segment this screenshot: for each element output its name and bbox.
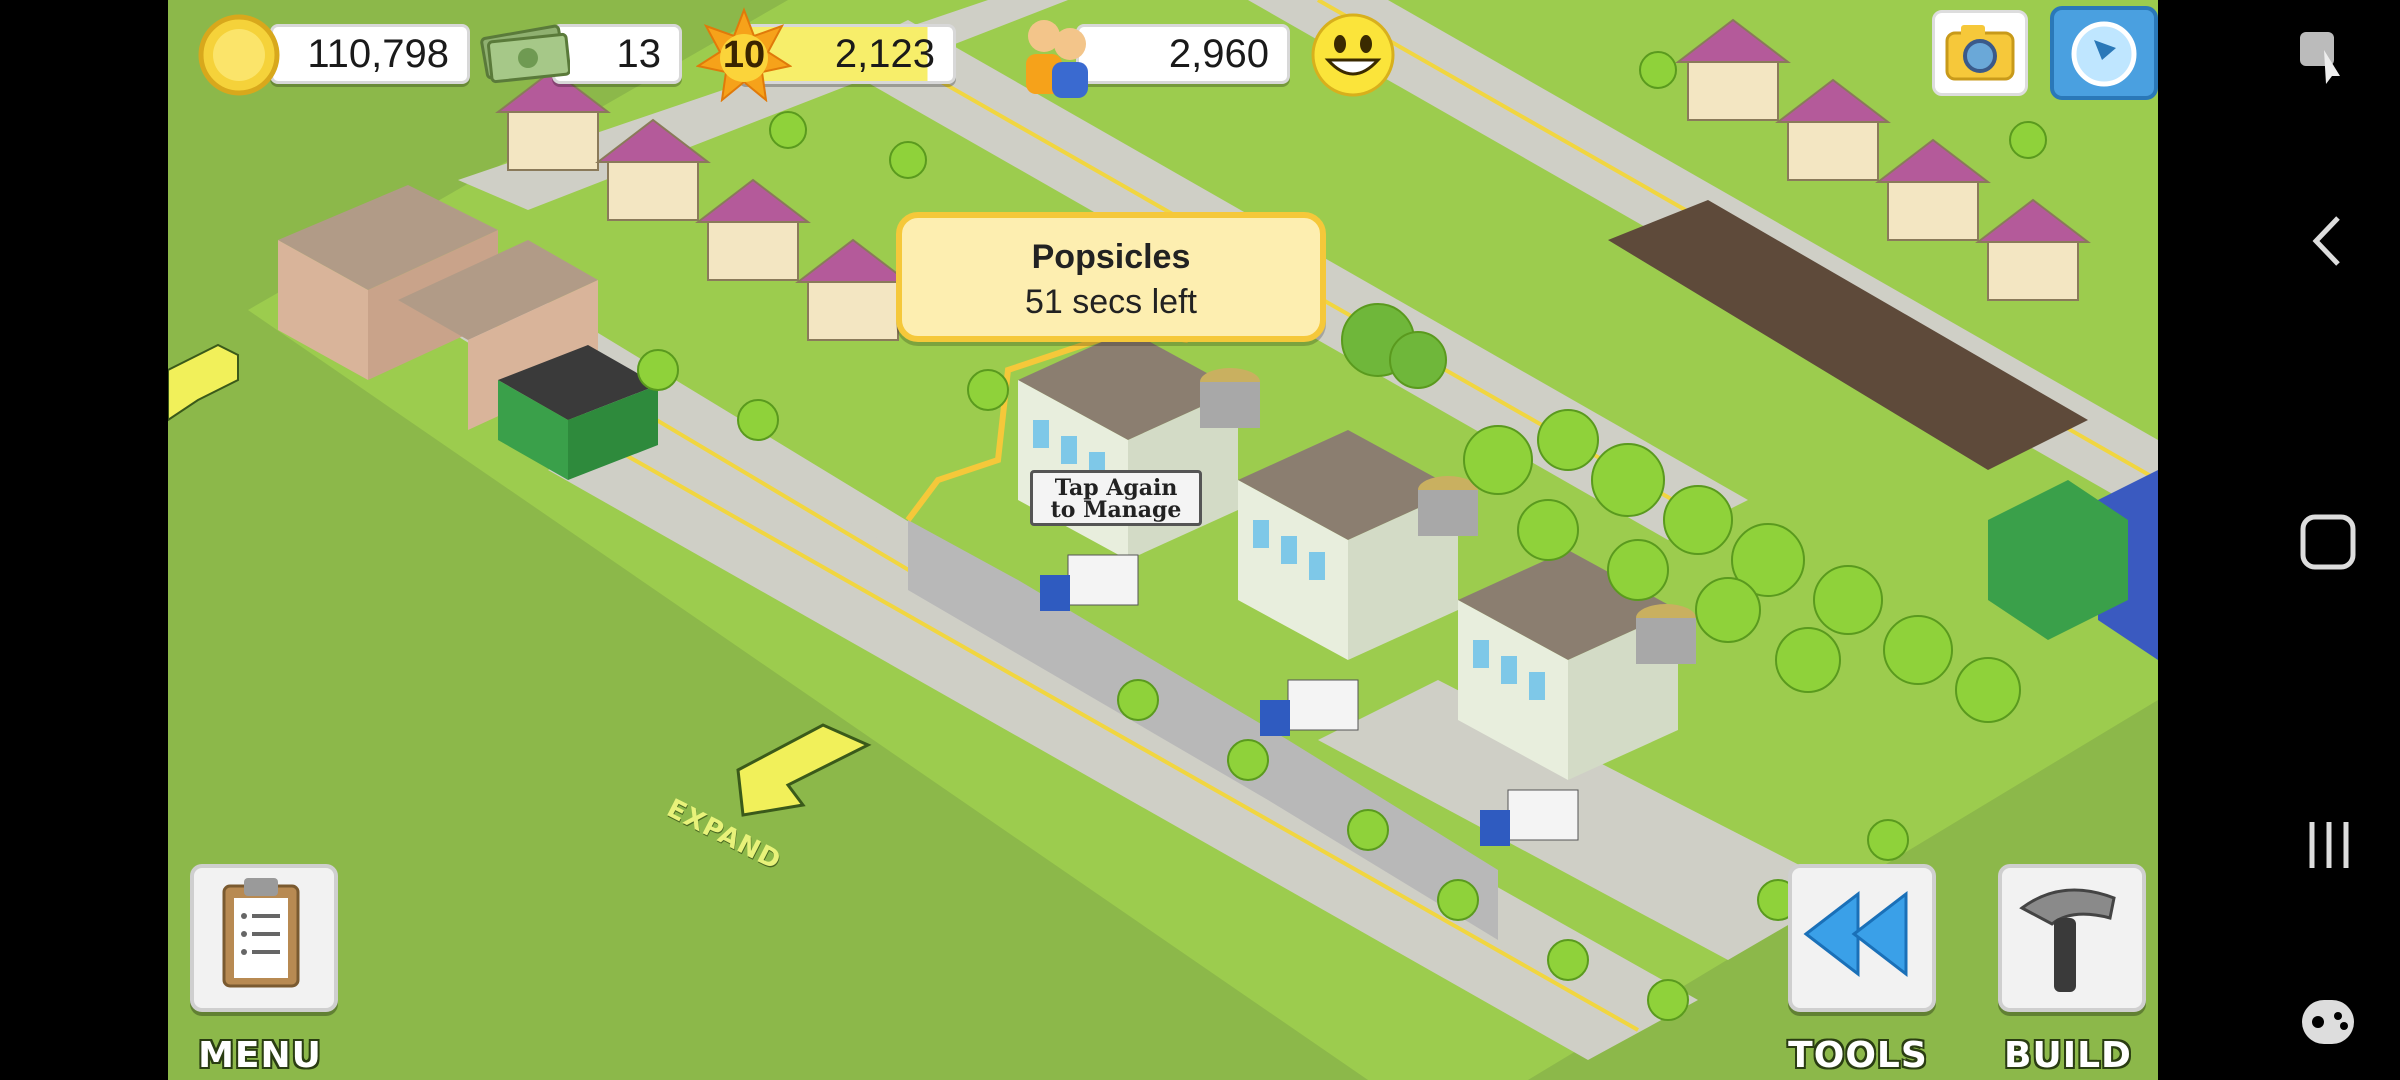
back-icon[interactable] xyxy=(2308,214,2348,268)
cash-value: 13 xyxy=(616,31,662,76)
production-tooltip[interactable]: Popsicles 51 secs left xyxy=(896,212,1326,342)
level-value: 10 xyxy=(722,34,766,76)
expand-arrow-left xyxy=(168,343,239,422)
tools-label[interactable]: TOOLS xyxy=(1768,1035,1948,1076)
tools-button[interactable] xyxy=(1788,864,1936,1012)
population-counter[interactable]: 2,960 xyxy=(1076,24,1290,84)
share-icon xyxy=(2071,21,2137,87)
game-viewport[interactable]: EXPAND Popsicles 51 secs left Tap Again … xyxy=(168,0,2158,1080)
clipboard-icon xyxy=(222,878,300,988)
coins-value: 110,798 xyxy=(307,31,449,76)
tooltip-timer: 51 secs left xyxy=(1025,283,1197,321)
build-button[interactable] xyxy=(1998,864,2146,1012)
tap-again-sign[interactable]: Tap Again to Manage xyxy=(1030,470,1202,526)
recents-icon[interactable] xyxy=(2304,818,2354,872)
sign-line-2: to Manage xyxy=(1050,497,1182,523)
xp-value: 2,123 xyxy=(834,31,935,76)
left-letterbox xyxy=(0,0,168,1080)
rewind-icon xyxy=(1803,890,1908,978)
camera-icon xyxy=(1945,25,2015,81)
game-tools-icon[interactable] xyxy=(2298,994,2358,1050)
coins-counter[interactable]: 110,798 xyxy=(270,24,470,84)
camera-button[interactable] xyxy=(1932,10,2028,96)
sign-line-1: Tap Again xyxy=(1054,475,1178,501)
screen-edit-icon[interactable] xyxy=(2296,28,2346,88)
cash-counter[interactable]: 13 xyxy=(552,24,682,84)
population-value: 2,960 xyxy=(1168,31,1269,76)
share-button[interactable] xyxy=(2050,6,2158,100)
home-icon[interactable] xyxy=(2298,512,2358,572)
build-label[interactable]: BUILD xyxy=(1978,1035,2158,1076)
expand-arrow-down xyxy=(736,723,872,817)
system-nav-bar xyxy=(2158,0,2400,1080)
menu-button[interactable] xyxy=(190,864,338,1012)
cash-icon xyxy=(480,24,570,84)
coin-icon xyxy=(198,14,280,96)
menu-label[interactable]: MENU xyxy=(170,1035,350,1076)
smiley-icon[interactable] xyxy=(1310,12,1396,98)
hammer-icon xyxy=(2019,888,2116,992)
population-icon xyxy=(1026,20,1088,98)
tooltip-title: Popsicles xyxy=(1031,238,1191,276)
